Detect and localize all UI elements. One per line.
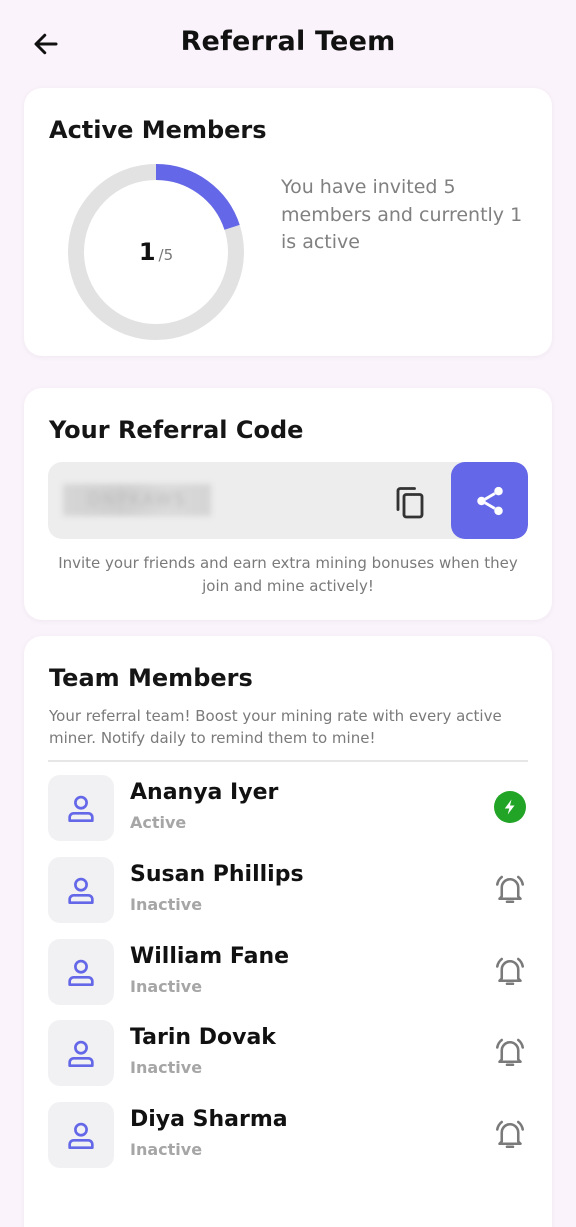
share-icon	[476, 486, 503, 515]
avatar	[48, 939, 114, 1005]
share-button[interactable]	[451, 462, 528, 539]
active-members-title: Active Members	[49, 116, 267, 144]
active-members-description: You have invited 5 members and currently…	[281, 176, 523, 253]
member-status: Inactive	[130, 1058, 203, 1077]
total-count: /5	[158, 246, 174, 264]
avatar	[48, 775, 114, 841]
referral-hint: Invite your friends and earn extra minin…	[58, 554, 518, 595]
avatar	[48, 857, 114, 923]
copy-icon	[396, 487, 424, 519]
notify-button[interactable]	[492, 1032, 528, 1072]
avatar	[48, 1102, 114, 1168]
notify-button[interactable]	[492, 951, 528, 991]
member-status: Inactive	[130, 895, 203, 914]
notify-button[interactable]	[492, 1114, 528, 1154]
member-name: Tarin Dovak	[130, 1025, 276, 1050]
member-name: Susan Phillips	[130, 862, 304, 887]
lightning-badge-icon	[494, 791, 526, 823]
list-item[interactable]: Susan Phillips Inactive	[48, 857, 528, 923]
team-members-card: Team Members Your referral team! Boost y…	[24, 636, 552, 1227]
list-item[interactable]: Diya Sharma Inactive	[48, 1102, 528, 1168]
notify-button[interactable]	[492, 869, 528, 909]
list-item[interactable]: Tarin Dovak Inactive	[48, 1020, 528, 1086]
user-icon	[68, 959, 94, 986]
active-members-card: Active Members 1 /5 You have invited 5 m…	[24, 88, 552, 356]
member-name: Diya Sharma	[130, 1107, 288, 1132]
bell-ring-icon	[495, 1038, 525, 1067]
member-status: Active	[130, 813, 187, 832]
member-name: Ananya Iyer	[130, 780, 279, 805]
user-icon	[68, 877, 94, 904]
member-name: William Fane	[130, 944, 290, 969]
app-header: Referral Teem	[0, 0, 576, 88]
bell-ring-icon	[495, 1120, 525, 1149]
list-item[interactable]: William Fane Inactive	[48, 939, 528, 1005]
list-item[interactable]: Ananya Iyer Active	[48, 775, 528, 841]
page-title: Referral Teem	[180, 26, 396, 57]
member-status: Inactive	[130, 1140, 203, 1159]
copy-button[interactable]	[388, 480, 432, 524]
user-icon	[68, 1122, 94, 1149]
active-count: 1	[138, 238, 156, 266]
team-description: Your referral team! Boost your mining ra…	[49, 707, 502, 747]
referral-code-value: DNPKAWS	[63, 484, 211, 516]
avatar	[48, 1020, 114, 1086]
user-icon	[68, 795, 94, 822]
team-members-title: Team Members	[49, 664, 253, 692]
active-count-display: 1 /5	[68, 164, 244, 340]
referral-code-card: Your Referral Code DNPKAWS Invite your f…	[24, 388, 552, 620]
bell-ring-icon	[495, 875, 525, 904]
bell-ring-icon	[495, 957, 525, 986]
active-indicator	[492, 787, 528, 827]
member-status: Inactive	[130, 977, 203, 996]
user-icon	[68, 1040, 94, 1067]
divider	[48, 760, 528, 762]
referral-code-title: Your Referral Code	[49, 416, 304, 444]
referral-code-field: DNPKAWS	[48, 462, 528, 539]
